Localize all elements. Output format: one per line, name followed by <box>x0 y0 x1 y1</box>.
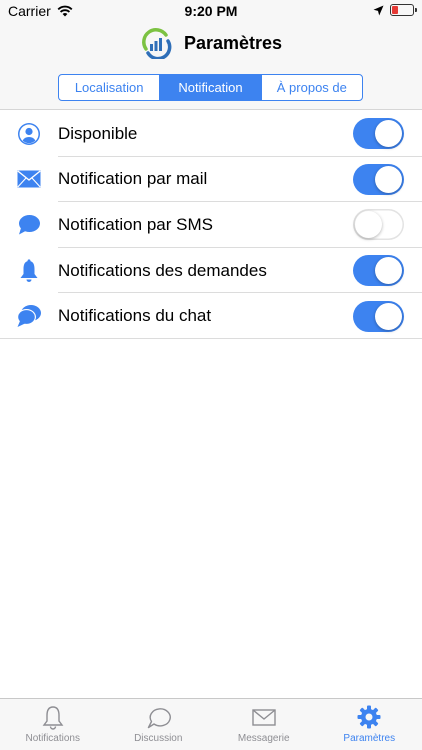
chat-icon <box>16 303 42 329</box>
sms-notification-toggle[interactable] <box>353 209 404 241</box>
mail-notification-toggle[interactable] <box>353 163 404 195</box>
mail-icon <box>16 166 42 192</box>
tabbar-label: Discussion <box>134 733 183 744</box>
setting-label: Notification par SMS <box>58 214 213 234</box>
battery-icon <box>390 4 417 16</box>
location-arrow-icon <box>373 5 384 15</box>
toggle-knob <box>375 165 402 193</box>
nav-bar: Paramètres <box>0 22 422 64</box>
demandes-notification-toggle[interactable] <box>353 255 404 287</box>
bell-icon <box>16 258 42 284</box>
tabbar-item-parametres[interactable]: Paramètres <box>317 699 422 750</box>
settings-segmented-control: Localisation Notification À propos de <box>58 74 363 101</box>
envelope-outline-icon <box>252 709 276 726</box>
tab-notification[interactable]: Notification <box>160 75 262 100</box>
setting-row-demandes: Notifications des demandes <box>0 248 422 294</box>
gear-icon <box>357 705 381 729</box>
status-time: 9:20 PM <box>184 3 238 19</box>
app-logo-icon <box>142 28 172 59</box>
tab-a-propos[interactable]: À propos de <box>262 75 362 100</box>
tabbar-item-discussion[interactable]: Discussion <box>106 699 212 750</box>
setting-row-sms: Notification par SMS <box>0 202 422 248</box>
toggle-knob <box>355 211 382 239</box>
setting-label: Notification par mail <box>58 169 208 189</box>
status-right <box>373 4 417 16</box>
bottom-tab-bar: Notifications Discussion Messagerie Para… <box>0 698 422 750</box>
toggle-knob <box>375 257 402 285</box>
tabbar-item-messagerie[interactable]: Messagerie <box>211 699 317 750</box>
setting-label: Disponible <box>58 123 138 143</box>
tab-localisation[interactable]: Localisation <box>59 75 161 100</box>
setting-row-disponible: Disponible <box>0 111 422 157</box>
setting-row-chat: Notifications du chat <box>0 293 422 339</box>
toggle-knob <box>375 120 402 148</box>
setting-label: Notifications des demandes <box>58 260 267 280</box>
tabbar-label: Messagerie <box>237 733 290 744</box>
bell-outline-icon <box>42 706 64 730</box>
tabbar-label: Notifications <box>25 733 80 744</box>
settings-list: Disponible Notification par mail Notific… <box>0 111 422 339</box>
battery-level <box>392 6 398 14</box>
toggle-knob <box>375 302 402 330</box>
tabbar-item-notifications[interactable]: Notifications <box>0 699 106 750</box>
chat-notification-toggle[interactable] <box>353 300 404 332</box>
setting-label: Notifications du chat <box>58 306 212 326</box>
chat-bubble-outline-icon <box>148 708 172 729</box>
status-bar: Carrier 9:20 PM <box>0 0 422 22</box>
setting-row-mail: Notification par mail <box>0 157 422 203</box>
page-title: Paramètres <box>183 32 283 53</box>
segment-area: Localisation Notification À propos de <box>0 64 422 110</box>
tabbar-label: Paramètres <box>343 733 396 744</box>
disponible-toggle[interactable] <box>353 118 404 150</box>
sms-icon <box>16 212 42 238</box>
user-icon <box>16 121 42 147</box>
